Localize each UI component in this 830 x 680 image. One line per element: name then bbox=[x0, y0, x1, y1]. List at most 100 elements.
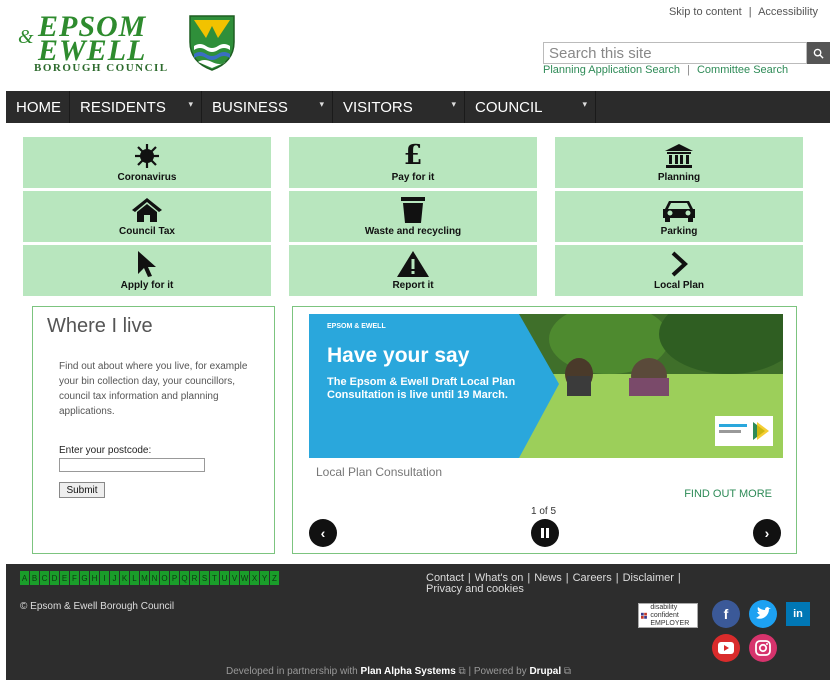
a-to-z-letter-x[interactable]: X bbox=[250, 571, 260, 585]
pause-icon bbox=[541, 528, 549, 538]
separator: | bbox=[677, 572, 681, 584]
a-to-z-letter-i[interactable]: I bbox=[100, 571, 110, 585]
a-to-z-letter-b[interactable]: B bbox=[30, 571, 40, 585]
tile-waste-recycling[interactable]: Waste and recycling bbox=[289, 191, 537, 242]
tile-report-it[interactable]: Report it bbox=[289, 245, 537, 296]
a-to-z-letter-f[interactable]: F bbox=[70, 571, 80, 585]
footer-link-privacy[interactable]: Privacy and cookies bbox=[426, 583, 524, 595]
a-to-z-letter-s[interactable]: S bbox=[200, 571, 210, 585]
where-i-live-title: Where I live bbox=[47, 315, 153, 337]
a-to-z-letter-c[interactable]: C bbox=[40, 571, 50, 585]
separator: | bbox=[615, 572, 619, 584]
a-to-z-letter-e[interactable]: E bbox=[60, 571, 70, 585]
instagram-button[interactable] bbox=[749, 634, 777, 662]
a-to-z-letter-l[interactable]: L bbox=[130, 571, 140, 585]
next-slide-button[interactable]: › bbox=[753, 519, 781, 547]
a-to-z-letter-o[interactable]: O bbox=[160, 571, 170, 585]
search-input[interactable]: Search this site bbox=[543, 42, 807, 64]
a-to-z-letter-u[interactable]: U bbox=[220, 571, 230, 585]
nav-label: HOME bbox=[16, 98, 61, 116]
facebook-button[interactable]: f bbox=[712, 600, 740, 628]
site-header: EPSOM & EWELL BOROUGH COUNCIL Skip to co… bbox=[0, 0, 830, 90]
nav-item-visitors[interactable]: VISITORS ▾ bbox=[333, 91, 465, 123]
footer-link-disclaimer[interactable]: Disclaimer bbox=[623, 572, 674, 584]
footer-link-careers[interactable]: Careers bbox=[573, 572, 612, 584]
credits: Developed in partnership with Plan Alpha… bbox=[226, 666, 571, 677]
tile-council-tax[interactable]: Council Tax bbox=[23, 191, 271, 242]
committee-search-link[interactable]: Committee Search bbox=[697, 64, 788, 76]
a-to-z-letter-h[interactable]: H bbox=[90, 571, 100, 585]
search-sub-links: Planning Application Search | Committee … bbox=[543, 64, 788, 76]
a-to-z-letter-g[interactable]: G bbox=[80, 571, 90, 585]
previous-slide-button[interactable]: ‹ bbox=[309, 519, 337, 547]
tile-planning[interactable]: Planning bbox=[555, 137, 803, 188]
find-out-more-link[interactable]: FIND OUT MORE bbox=[684, 488, 772, 500]
pause-slideshow-button[interactable] bbox=[531, 519, 559, 547]
slide-banner[interactable]: EPSOM & EWELL Have your say The Epsom & … bbox=[309, 314, 783, 458]
council-logo[interactable]: EPSOM & EWELL BOROUGH COUNCIL bbox=[18, 10, 248, 78]
a-to-z-letter-a[interactable]: A bbox=[20, 571, 30, 585]
nav-item-residents[interactable]: RESIDENTS ▾ bbox=[70, 91, 202, 123]
nav-item-council[interactable]: COUNCIL ▾ bbox=[465, 91, 596, 123]
coat-of-arms-icon bbox=[189, 15, 235, 71]
youtube-button[interactable] bbox=[712, 634, 740, 662]
banner-title: Have your say bbox=[327, 344, 470, 367]
a-to-z-letter-y[interactable]: Y bbox=[260, 571, 270, 585]
a-to-z-letter-k[interactable]: K bbox=[120, 571, 130, 585]
credits-partner-link[interactable]: Plan Alpha Systems bbox=[361, 666, 456, 677]
tile-coronavirus[interactable]: Coronavirus bbox=[23, 137, 271, 188]
credits-drupal-link[interactable]: Drupal bbox=[529, 666, 561, 677]
external-link-icon: ⧉ bbox=[458, 666, 466, 677]
a-to-z-letter-r[interactable]: R bbox=[190, 571, 200, 585]
banner-body: The Epsom & Ewell Draft Local Plan Consu… bbox=[327, 376, 516, 401]
chevron-right-icon: › bbox=[764, 525, 770, 541]
disability-confident-badge[interactable]: disability confident EMPLOYER bbox=[638, 603, 698, 628]
tile-local-plan[interactable]: Local Plan bbox=[555, 245, 803, 296]
twitter-button[interactable] bbox=[749, 600, 777, 628]
linkedin-button[interactable]: in bbox=[786, 602, 810, 626]
a-to-z-letter-z[interactable]: Z bbox=[270, 571, 280, 585]
a-to-z-letter-q[interactable]: Q bbox=[180, 571, 190, 585]
separator: | bbox=[748, 6, 752, 18]
nav-item-business[interactable]: BUSINESS ▾ bbox=[202, 91, 333, 123]
tile-apply-for-it[interactable]: Apply for it bbox=[23, 245, 271, 296]
slide-caption[interactable]: Local Plan Consultation bbox=[316, 465, 442, 479]
nav-item-home[interactable]: HOME bbox=[6, 91, 70, 123]
a-to-z-letter-w[interactable]: W bbox=[240, 571, 250, 585]
logo-ampersand: & bbox=[18, 26, 34, 48]
local-plan-badge-icon bbox=[715, 416, 773, 446]
search-button[interactable] bbox=[807, 42, 830, 64]
instagram-icon bbox=[755, 640, 771, 656]
a-to-z-letter-j[interactable]: J bbox=[110, 571, 120, 585]
submit-button[interactable]: Submit bbox=[59, 482, 105, 498]
accessibility-link[interactable]: Accessibility bbox=[758, 6, 818, 18]
caret-down-icon[interactable]: ▾ bbox=[319, 99, 324, 110]
a-to-z-letter-m[interactable]: M bbox=[140, 571, 150, 585]
skip-to-content-link[interactable]: Skip to content bbox=[669, 6, 742, 18]
a-to-z-letter-t[interactable]: T bbox=[210, 571, 220, 585]
chevron-right-icon bbox=[670, 251, 688, 277]
footer-link-news[interactable]: News bbox=[534, 572, 562, 584]
a-to-z-letter-d[interactable]: D bbox=[50, 571, 60, 585]
where-i-live-description: Find out about where you live, for examp… bbox=[59, 361, 248, 417]
tile-label: Pay for it bbox=[391, 171, 435, 183]
car-icon bbox=[662, 197, 696, 223]
a-to-z-index: ABCDEFGHIJKLMNOPQRSTUVWXYZ bbox=[20, 571, 280, 585]
a-to-z-letter-n[interactable]: N bbox=[150, 571, 160, 585]
postcode-input[interactable] bbox=[59, 458, 205, 472]
building-columns-icon bbox=[664, 143, 694, 169]
caret-down-icon[interactable]: ▾ bbox=[582, 99, 587, 110]
caret-down-icon[interactable]: ▾ bbox=[451, 99, 456, 110]
tile-label: Apply for it bbox=[120, 279, 174, 291]
planning-search-link[interactable]: Planning Application Search bbox=[543, 64, 680, 76]
a-to-z-letter-p[interactable]: P bbox=[170, 571, 180, 585]
virus-icon bbox=[133, 143, 161, 169]
tile-pay-for-it[interactable]: £ Pay for it bbox=[289, 137, 537, 188]
site-footer: ABCDEFGHIJKLMNOPQRSTUVWXYZ Contact | What'… bbox=[6, 564, 830, 680]
caret-down-icon[interactable]: ▾ bbox=[188, 99, 193, 110]
copyright-text: © Epsom & Ewell Borough Council bbox=[20, 601, 175, 612]
tile-parking[interactable]: Parking bbox=[555, 191, 803, 242]
bin-icon bbox=[400, 196, 426, 223]
a-to-z-letter-v[interactable]: V bbox=[230, 571, 240, 585]
slide-counter: 1 of 5 bbox=[531, 506, 557, 517]
